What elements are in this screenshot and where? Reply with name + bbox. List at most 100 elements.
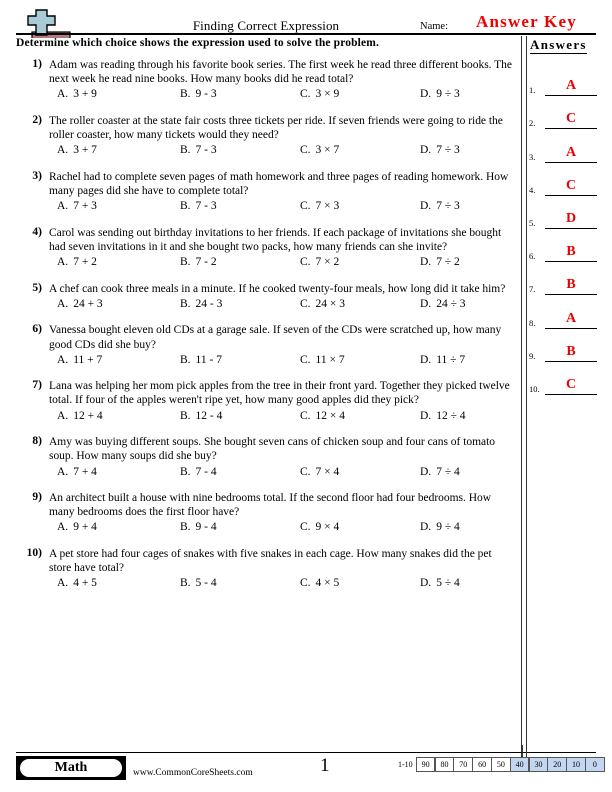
answer-option[interactable]: A. 7 + 2: [57, 256, 97, 268]
answer-option[interactable]: C. 9 × 4: [300, 521, 339, 533]
option-expression: 24 ÷ 3: [436, 297, 466, 310]
option-letter: B.: [180, 297, 191, 310]
grading-scale-cell: 60: [472, 757, 492, 772]
answer-option[interactable]: D. 9 ÷ 4: [420, 521, 460, 533]
answer-option[interactable]: D. 9 ÷ 3: [420, 88, 460, 100]
answer-blank[interactable]: D: [545, 211, 597, 229]
option-letter: C.: [300, 577, 311, 590]
option-expression: 4 + 5: [73, 577, 97, 590]
question-options: A. 12 + 4 B. 12 - 4 C. 12 × 4 D. 12 ÷ 4: [49, 410, 514, 426]
answer-row: 8. A: [529, 295, 601, 329]
subject-label: Math: [20, 759, 122, 777]
option-expression: 9 ÷ 4: [436, 521, 460, 534]
answer-option[interactable]: B. 24 - 3: [180, 298, 222, 310]
option-expression: 7 + 3: [73, 200, 97, 213]
answer-key-badge: Answer Key: [476, 12, 577, 31]
question-number: 4): [32, 225, 42, 238]
question-item: 4) Carol was sending out birthday invitat…: [16, 226, 514, 272]
question-text: A chef can cook three meals in a minute.…: [49, 282, 506, 295]
answer-option[interactable]: C. 24 × 3: [300, 298, 345, 310]
question-text: An architect built a house with nine bed…: [49, 492, 492, 519]
answer-row-number: 6.: [529, 251, 536, 262]
instructions-text: Determine which choice shows the express…: [16, 37, 380, 49]
answer-row-number: 2.: [529, 118, 536, 129]
option-letter: D.: [420, 200, 432, 213]
answer-option[interactable]: B. 7 - 3: [180, 200, 217, 212]
answer-option[interactable]: C. 7 × 4: [300, 466, 339, 478]
answer-option[interactable]: C. 7 × 3: [300, 200, 339, 212]
grading-scale-cell: 0: [585, 757, 605, 772]
answer-option[interactable]: B. 9 - 4: [180, 521, 217, 533]
answer-option[interactable]: D. 7 ÷ 3: [420, 200, 460, 212]
answer-option[interactable]: A. 11 + 7: [57, 354, 102, 366]
answer-blank[interactable]: C: [545, 111, 597, 130]
question-text: The roller coaster at the state fair cos…: [49, 114, 503, 142]
answer-value: C: [565, 177, 577, 193]
option-expression: 7 + 2: [73, 256, 97, 269]
option-letter: C.: [300, 465, 311, 478]
answer-value: C: [565, 111, 577, 127]
answer-row: 9. B: [529, 329, 601, 362]
answer-option[interactable]: D. 5 ÷ 4: [420, 577, 460, 589]
answer-option[interactable]: A. 3 + 7: [57, 144, 97, 156]
question-item: 9) An architect built a house with nine b…: [16, 491, 514, 537]
question-number: 5): [32, 281, 42, 294]
option-letter: B.: [180, 577, 191, 590]
option-expression: 7 × 3: [315, 200, 340, 213]
option-letter: D.: [420, 353, 432, 366]
answer-option[interactable]: B. 11 - 7: [180, 354, 222, 366]
answer-option[interactable]: D. 11 ÷ 7: [420, 354, 465, 366]
answer-option[interactable]: B. 7 - 3: [180, 144, 217, 156]
answer-option[interactable]: D. 7 ÷ 3: [420, 144, 460, 156]
answer-blank[interactable]: C: [545, 377, 597, 395]
answer-option[interactable]: A. 3 + 9: [57, 88, 97, 100]
answer-blank[interactable]: A: [545, 311, 597, 329]
answer-option[interactable]: C. 3 × 7: [300, 144, 339, 156]
answer-blank[interactable]: B: [545, 344, 597, 362]
question-options: A. 11 + 7 B. 11 - 7 C. 11 × 7 D. 11 ÷ 7: [49, 354, 514, 370]
question-number: 3): [32, 169, 42, 182]
answer-option[interactable]: C. 4 × 5: [300, 577, 339, 589]
answer-option[interactable]: A. 4 + 5: [57, 577, 97, 589]
answer-option[interactable]: A. 7 + 4: [57, 466, 97, 478]
question-body: A chef can cook three meals in a minute.…: [49, 282, 514, 314]
answer-option[interactable]: A. 12 + 4: [57, 410, 103, 422]
answer-blank[interactable]: B: [545, 277, 597, 296]
question-text: Amy was buying different soups. She boug…: [49, 436, 496, 463]
answers-list: 1. A 2. C 3. A 4. C 5. D 6. B 7. B 8. A 9. B 10. C: [529, 63, 601, 395]
option-expression: 7 × 2: [315, 256, 340, 269]
option-letter: C.: [300, 200, 311, 213]
option-expression: 12 × 4: [315, 409, 346, 422]
answer-option[interactable]: C. 7 × 2: [300, 256, 339, 268]
answer-blank[interactable]: A: [545, 145, 597, 163]
answer-option[interactable]: D. 7 ÷ 4: [420, 466, 460, 478]
answer-option[interactable]: B. 9 - 3: [180, 88, 217, 100]
page-number: 1: [320, 755, 330, 776]
answer-row: 5. D: [529, 196, 601, 229]
question-item: 7) Lana was helping her mom pick apples f…: [16, 379, 514, 425]
answer-option[interactable]: B. 7 - 4: [180, 466, 217, 478]
question-body: Lana was helping her mom pick apples fro…: [49, 379, 514, 425]
question-number: 9): [32, 491, 42, 504]
answer-option[interactable]: C. 12 × 4: [300, 410, 345, 422]
answer-option[interactable]: D. 24 ÷ 3: [420, 298, 466, 310]
answer-option[interactable]: B. 7 - 2: [180, 256, 217, 268]
site-url: www.CommonCoreSheets.com: [133, 768, 253, 778]
answer-option[interactable]: D. 7 ÷ 2: [420, 256, 460, 268]
answer-blank[interactable]: B: [545, 244, 597, 263]
answer-blank[interactable]: A: [545, 78, 597, 97]
answer-option[interactable]: A. 9 + 4: [57, 521, 97, 533]
answer-option[interactable]: C. 11 × 7: [300, 354, 345, 366]
option-letter: A.: [57, 256, 69, 269]
question-options: A. 7 + 2 B. 7 - 2 C. 7 × 2 D. 7 ÷ 2: [49, 256, 514, 272]
option-letter: B.: [180, 521, 191, 534]
answer-option[interactable]: C. 3 × 9: [300, 88, 339, 100]
question-options: A. 4 + 5 B. 5 - 4 C. 4 × 5 D. 5 ÷ 4: [49, 577, 514, 593]
answer-option[interactable]: A. 7 + 3: [57, 200, 97, 212]
answer-option[interactable]: A. 24 + 3: [57, 298, 103, 310]
answer-blank[interactable]: C: [545, 178, 597, 196]
answer-option[interactable]: B. 12 - 4: [180, 410, 222, 422]
question-number: 1): [32, 58, 42, 70]
answer-option[interactable]: D. 12 ÷ 4: [420, 410, 466, 422]
answer-option[interactable]: B. 5 - 4: [180, 577, 217, 589]
